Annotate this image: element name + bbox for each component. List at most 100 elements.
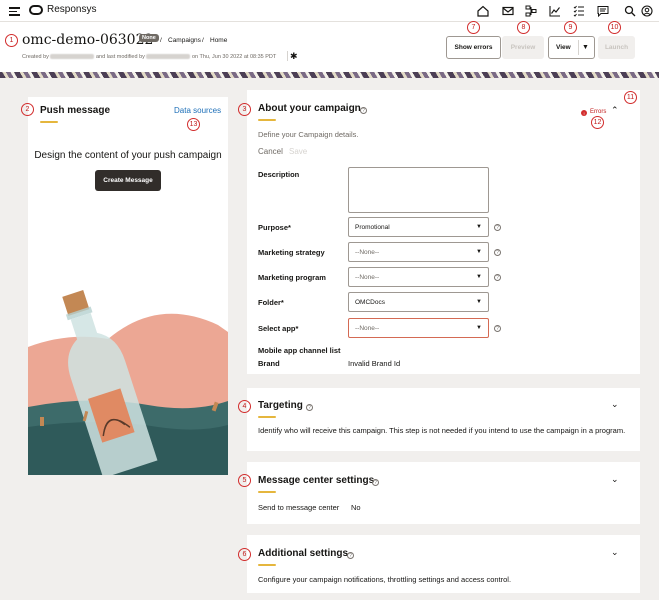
campaign-header: omc-demo-063022 None / Campaigns / Home …	[0, 22, 659, 72]
cancel-button[interactable]: Cancel	[258, 147, 283, 156]
breadcrumb-separator: /	[202, 37, 204, 44]
search-icon[interactable]	[623, 4, 637, 18]
about-campaign-title: About your campaign	[258, 103, 361, 114]
home-icon[interactable]	[476, 4, 490, 18]
app-select[interactable]: --None-- ▼	[348, 318, 489, 338]
caret-down-icon: ▼	[476, 224, 482, 230]
annotation-marker: 3	[238, 103, 251, 116]
caret-down-icon: ▼	[476, 249, 482, 255]
purpose-label: Purpose*	[258, 223, 291, 232]
save-button[interactable]: Save	[289, 147, 307, 156]
errors-label[interactable]: Errors	[590, 109, 606, 115]
design-prompt: Design the content of your push campaign	[34, 150, 222, 161]
help-icon[interactable]: ?	[347, 552, 354, 559]
help-icon[interactable]: ?	[360, 107, 367, 114]
show-errors-button[interactable]: Show errors	[446, 36, 501, 59]
chevron-down-icon[interactable]: ⌄	[611, 399, 619, 410]
settings-icon[interactable]: ✱	[290, 51, 298, 62]
analytics-chart-icon[interactable]	[548, 4, 562, 18]
description-label: Description	[258, 170, 300, 179]
redacted-user	[146, 54, 191, 60]
help-icon[interactable]: ?	[494, 224, 501, 231]
created-info: Created by and last modified by on Thu, …	[22, 54, 276, 60]
help-icon[interactable]: ?	[306, 404, 313, 411]
annotation-marker: 4	[238, 400, 251, 413]
title-accent	[258, 491, 276, 493]
top-bar: Responsys	[0, 0, 659, 22]
strategy-select[interactable]: --None-- ▼	[348, 242, 489, 262]
program-flow-icon[interactable]	[524, 4, 538, 18]
decorative-banner	[0, 72, 659, 78]
folder-select[interactable]: OMCDocs ▼	[348, 292, 489, 312]
send-to-message-center-label: Send to message center	[258, 503, 340, 512]
checklist-icon[interactable]	[572, 4, 586, 18]
title-accent	[258, 416, 276, 418]
send-to-message-center-value: No	[351, 503, 361, 512]
view-button[interactable]: View ▼	[548, 36, 595, 59]
annotation-marker: 13	[187, 118, 200, 131]
title-accent	[40, 121, 58, 123]
program-label: Marketing program	[258, 273, 326, 282]
divider	[578, 40, 579, 55]
targeting-title: Targeting	[258, 400, 303, 411]
annotation-marker: 9	[564, 21, 577, 34]
about-subtitle: Define your Campaign details.	[258, 130, 359, 139]
hamburger-menu-icon[interactable]	[9, 7, 20, 16]
app-value: --None--	[355, 325, 380, 332]
help-icon[interactable]: ?	[494, 249, 501, 256]
channel-list-label: Mobile app channel list	[258, 346, 341, 355]
preview-button[interactable]: Preview	[502, 36, 544, 59]
user-avatar-icon[interactable]	[640, 4, 654, 18]
view-label: View	[556, 44, 571, 51]
caret-down-icon: ▼	[476, 325, 482, 331]
messages-icon[interactable]	[596, 4, 610, 18]
annotation-marker: 8	[517, 21, 530, 34]
status-badge: None	[139, 34, 159, 42]
bottle-illustration	[28, 290, 228, 475]
caret-down-icon: ▼	[476, 274, 482, 280]
title-accent	[258, 564, 276, 566]
purpose-select[interactable]: Promotional ▼	[348, 217, 489, 237]
description-textarea[interactable]	[348, 167, 489, 213]
help-icon[interactable]: ?	[494, 274, 501, 281]
help-icon[interactable]: ?	[372, 479, 379, 486]
program-select[interactable]: --None-- ▼	[348, 267, 489, 287]
chevron-down-icon[interactable]: ▼	[582, 44, 589, 51]
additional-settings-description: Configure your campaign notifications, t…	[258, 575, 512, 584]
data-sources-link[interactable]: Data sources	[174, 106, 221, 115]
folder-label: Folder*	[258, 298, 284, 307]
create-message-button[interactable]: Create Message	[95, 170, 161, 191]
campaign-title: omc-demo-063022	[22, 32, 154, 48]
launch-button[interactable]: Launch	[598, 36, 635, 59]
app-label: Select app*	[258, 324, 299, 333]
created-prefix: Created by	[22, 54, 49, 60]
additional-settings-card[interactable]: Additional settings ? ⌄ Configure your c…	[247, 535, 640, 593]
oracle-logo-icon	[29, 5, 43, 15]
targeting-description: Identify who will receive this campaign.…	[258, 426, 626, 435]
additional-settings-title: Additional settings	[258, 548, 348, 559]
push-message-card: Push message Data sources Design the con…	[28, 97, 228, 475]
annotation-marker: 5	[238, 474, 251, 487]
mail-icon[interactable]	[501, 4, 515, 18]
app-name: Responsys	[47, 4, 97, 15]
program-value: --None--	[355, 274, 380, 281]
title-accent	[258, 119, 276, 121]
modified-prefix: and last modified by	[95, 54, 145, 60]
annotation-marker: 6	[238, 548, 251, 561]
strategy-value: --None--	[355, 249, 380, 256]
annotation-marker: 12	[591, 116, 604, 129]
help-icon[interactable]: ?	[494, 325, 501, 332]
breadcrumb-campaigns[interactable]: Campaigns	[168, 37, 201, 44]
targeting-card[interactable]: Targeting ? ⌄ Identify who will receive …	[247, 388, 640, 451]
redacted-user	[50, 54, 95, 60]
annotation-marker: 1	[5, 34, 18, 47]
brand-value: Invalid Brand Id	[348, 359, 401, 368]
folder-value: OMCDocs	[355, 299, 385, 306]
chevron-down-icon[interactable]: ⌄	[611, 474, 619, 485]
strategy-label: Marketing strategy	[258, 248, 325, 257]
message-center-card[interactable]: Message center settings ? ⌄ Send to mess…	[247, 462, 640, 524]
chevron-down-icon[interactable]: ⌄	[611, 547, 619, 558]
chevron-up-icon[interactable]: ⌃	[611, 105, 619, 116]
breadcrumb-home[interactable]: Home	[210, 37, 227, 44]
message-center-title: Message center settings	[258, 475, 375, 486]
